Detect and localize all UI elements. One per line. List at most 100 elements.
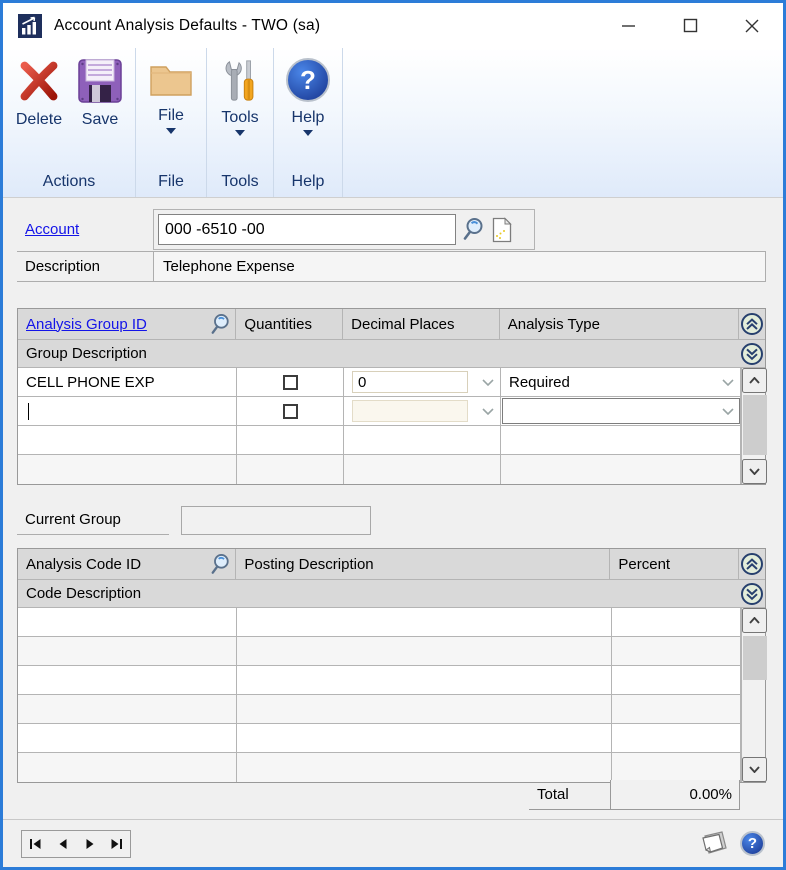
double-chevron-down-icon <box>740 582 764 606</box>
analysis-group-grid: Analysis Group ID Quantities Decimal Pla… <box>17 308 766 485</box>
tools-menu-button[interactable]: Tools <box>219 58 261 136</box>
description-value: Telephone Expense <box>163 258 295 275</box>
divider <box>17 281 766 282</box>
account-note-button[interactable] <box>488 214 515 245</box>
decimal-places-dropdown[interactable] <box>344 397 501 425</box>
account-link[interactable]: Account <box>25 221 79 238</box>
chevron-down-icon <box>482 408 494 415</box>
group-grid-row <box>18 397 741 426</box>
magnifier-icon <box>210 313 230 336</box>
group-id-cell-editing[interactable] <box>18 397 237 425</box>
tools-icon <box>219 58 261 102</box>
account-lookup-button[interactable] <box>459 214 486 245</box>
analysis-type-dropdown[interactable] <box>501 397 741 425</box>
group-id-cell[interactable]: CELL PHONE EXP <box>18 368 237 396</box>
bar-chart-icon <box>18 14 42 38</box>
chevron-down-icon <box>749 468 760 475</box>
analysis-group-lookup-button[interactable] <box>208 312 232 336</box>
first-record-button[interactable] <box>22 831 49 857</box>
scrollbar-thumb[interactable] <box>743 636 767 680</box>
code-grid-scrollbar[interactable] <box>741 608 765 782</box>
help-menu-label: Help <box>292 109 325 127</box>
delete-label: Delete <box>16 111 62 129</box>
code-grid-empty-row[interactable] <box>18 695 741 724</box>
close-icon <box>744 18 760 34</box>
description-label: Description <box>25 258 100 275</box>
toolbar-group-actions: Delete Save Actions <box>3 48 136 197</box>
current-group-label: Current Group <box>25 511 121 528</box>
folder-icon <box>148 58 194 100</box>
analysis-code-id-header: Analysis Code ID <box>26 556 141 573</box>
analysis-group-id-header-link[interactable]: Analysis Group ID <box>26 316 147 333</box>
text-cursor <box>28 403 29 420</box>
toolbar-caption-actions: Actions <box>43 167 95 191</box>
percent-header: Percent <box>610 549 739 579</box>
save-button[interactable]: Save <box>77 58 123 129</box>
scroll-up-button[interactable] <box>742 608 767 633</box>
analysis-type-header: Analysis Type <box>500 309 739 339</box>
total-value: 0.00% <box>610 780 740 810</box>
decimal-places-value: 0 <box>352 371 468 393</box>
code-grid-empty-row[interactable] <box>18 724 741 753</box>
group-grid-row: CELL PHONE EXP 0 Required <box>18 368 741 397</box>
previous-record-button[interactable] <box>49 831 76 857</box>
magnifier-icon <box>462 217 484 242</box>
code-grid-empty-row[interactable] <box>18 666 741 695</box>
maximize-icon <box>683 18 698 33</box>
collapse-rows-button[interactable] <box>740 582 764 606</box>
scrollbar-thumb[interactable] <box>743 395 767 455</box>
toolbar-caption-help: Help <box>292 167 325 191</box>
group-grid-empty-row[interactable] <box>18 455 741 484</box>
account-input[interactable] <box>158 214 456 245</box>
double-chevron-up-icon <box>740 552 764 576</box>
note-icon <box>491 217 512 243</box>
quantities-checkbox[interactable] <box>283 404 298 419</box>
minimize-icon <box>621 18 636 33</box>
first-record-icon <box>29 838 42 850</box>
help-menu-button[interactable]: ? Help <box>286 58 330 136</box>
total-label: Total <box>529 780 610 810</box>
code-grid-empty-row[interactable] <box>18 753 741 782</box>
expand-rows-button[interactable] <box>740 312 764 336</box>
chevron-up-icon <box>749 617 760 624</box>
toolbar-group-file: File File <box>136 48 207 197</box>
help-button[interactable]: ? <box>740 831 765 856</box>
code-grid-empty-row[interactable] <box>18 608 741 637</box>
ribbon-toolbar: Delete Save Actions <box>3 48 783 198</box>
decimal-places-dropdown[interactable]: 0 <box>344 368 501 396</box>
analysis-type-dropdown[interactable]: Required <box>501 368 741 396</box>
previous-record-icon <box>58 838 68 850</box>
quantities-checkbox[interactable] <box>283 375 298 390</box>
delete-button[interactable]: Delete <box>15 58 63 129</box>
double-chevron-up-icon <box>740 312 764 336</box>
toolbar-group-tools: Tools Tools <box>207 48 274 197</box>
next-record-button[interactable] <box>76 831 103 857</box>
chevron-down-icon <box>303 130 313 136</box>
chevron-down-icon <box>166 128 176 134</box>
group-grid-empty-row[interactable] <box>18 426 741 455</box>
notes-button[interactable] <box>698 830 730 858</box>
group-grid-scrollbar[interactable] <box>741 368 765 484</box>
toolbar-group-help: ? Help Help <box>274 48 343 197</box>
scroll-down-button[interactable] <box>742 459 767 484</box>
scroll-up-button[interactable] <box>742 368 767 393</box>
code-grid-empty-row[interactable] <box>18 637 741 666</box>
file-menu-button[interactable]: File <box>148 58 194 134</box>
last-record-button[interactable] <box>103 831 130 857</box>
minimize-button[interactable] <box>597 3 659 48</box>
record-navigation <box>21 830 131 858</box>
save-label: Save <box>82 111 118 129</box>
analysis-code-grid: Analysis Code ID Posting Description Per… <box>17 548 766 783</box>
save-icon <box>77 58 123 104</box>
collapse-rows-button[interactable] <box>740 342 764 366</box>
tools-menu-label: Tools <box>221 109 258 127</box>
scroll-down-button[interactable] <box>742 757 767 782</box>
chevron-down-icon <box>722 408 734 415</box>
help-icon: ? <box>286 58 330 102</box>
analysis-code-lookup-button[interactable] <box>208 552 232 576</box>
status-bar: ? <box>3 819 783 867</box>
total-row: Total 0.00% <box>17 780 766 810</box>
expand-rows-button[interactable] <box>740 552 764 576</box>
close-button[interactable] <box>721 3 783 48</box>
maximize-button[interactable] <box>659 3 721 48</box>
